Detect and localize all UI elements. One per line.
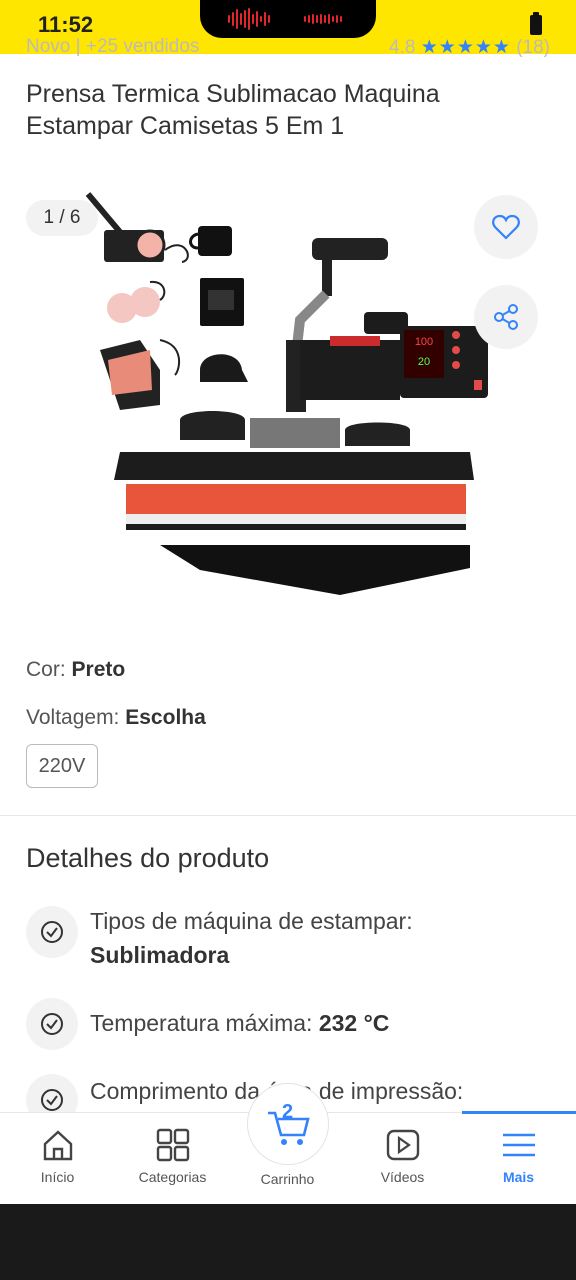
favorite-button[interactable] (474, 195, 538, 259)
cap-accessory (200, 354, 248, 382)
details-section-title: Detalhes do produto (26, 843, 270, 873)
detail-text: Temperatura máxima: 232 °C (90, 1006, 540, 1040)
nav-label: Vídeos (380, 1169, 425, 1185)
check-icon (26, 906, 78, 958)
nav-item-inicio[interactable]: Início (0, 1113, 115, 1205)
color-value: Preto (71, 658, 126, 681)
svg-text:20: 20 (418, 356, 430, 368)
svg-text:100: 100 (415, 336, 433, 348)
detail-label: Temperatura máxima: (90, 1010, 313, 1036)
cap-press-accessory (100, 339, 181, 410)
share-button[interactable] (474, 285, 538, 349)
nav-label: Mais (502, 1169, 535, 1185)
heat-press-machine: 100 20 (114, 238, 488, 595)
detail-text: Tipos de máquina de estampar: Sublimador… (90, 904, 540, 972)
rating-stars-icon: ★★★★★ (420, 38, 511, 58)
mug-press-accessory (85, 192, 189, 263)
mug-accessory (189, 226, 232, 256)
heart-icon (492, 214, 520, 240)
nav-item-videos[interactable]: Vídeos (345, 1113, 460, 1205)
voltage-value: Escolha (125, 706, 206, 729)
tshirt-accessory (200, 278, 244, 326)
battery-icon (530, 12, 542, 35)
voltage-label: Voltagem: (26, 706, 120, 729)
nav-item-mais[interactable]: Mais (461, 1113, 576, 1205)
detail-value: 232 °C (318, 1010, 390, 1036)
color-attribute: Cor: Preto (26, 658, 125, 682)
home-icon (43, 1130, 73, 1161)
nav-label: Categorias (138, 1169, 207, 1185)
bottom-navigation: Início Categorias 2 Carrinho Vídeos Mais (0, 1083, 576, 1205)
color-label: Cor: (26, 658, 66, 681)
nav-label: Início (40, 1169, 75, 1185)
product-gallery[interactable]: 1 / 6 100 20 (0, 190, 576, 620)
nav-item-carrinho[interactable]: 2 Carrinho (230, 1083, 345, 1205)
camera-notch (200, 0, 376, 38)
nav-item-categorias[interactable]: Categorias (115, 1113, 230, 1205)
detail-value: Sublimadora (90, 942, 230, 968)
audio-wave-icon (304, 8, 342, 30)
nav-label: Carrinho (260, 1171, 315, 1187)
voltage-option-220v[interactable]: 220V (26, 744, 98, 788)
voltage-attribute: Voltagem: Escolha (26, 706, 206, 730)
detail-label: Tipos de máquina de estampar: (90, 908, 413, 934)
rating-value: 4.8 (389, 38, 416, 58)
check-icon (26, 998, 78, 1050)
audio-wave-icon (228, 8, 270, 30)
rating-summary[interactable]: 4.8 ★★★★★ (18) (389, 38, 550, 59)
grid-icon (156, 1128, 190, 1162)
cart-count-badge: 2 (282, 1101, 294, 1123)
menu-icon (503, 1133, 535, 1157)
review-count: (18) (516, 38, 550, 58)
system-navigation-bar (0, 1204, 576, 1280)
play-icon (386, 1129, 420, 1161)
status-time: 11:52 (38, 12, 94, 37)
plate-pads-accessory (107, 280, 166, 323)
sales-rating-row: Novo | +25 vendidos 4.8 ★★★★★ (18) (0, 38, 576, 60)
product-title: Prensa Termica Sublimacao Maquina Estamp… (26, 80, 440, 140)
section-divider (0, 815, 576, 816)
condition-sold-text: Novo | +25 vendidos (26, 38, 200, 57)
share-icon (494, 304, 518, 330)
